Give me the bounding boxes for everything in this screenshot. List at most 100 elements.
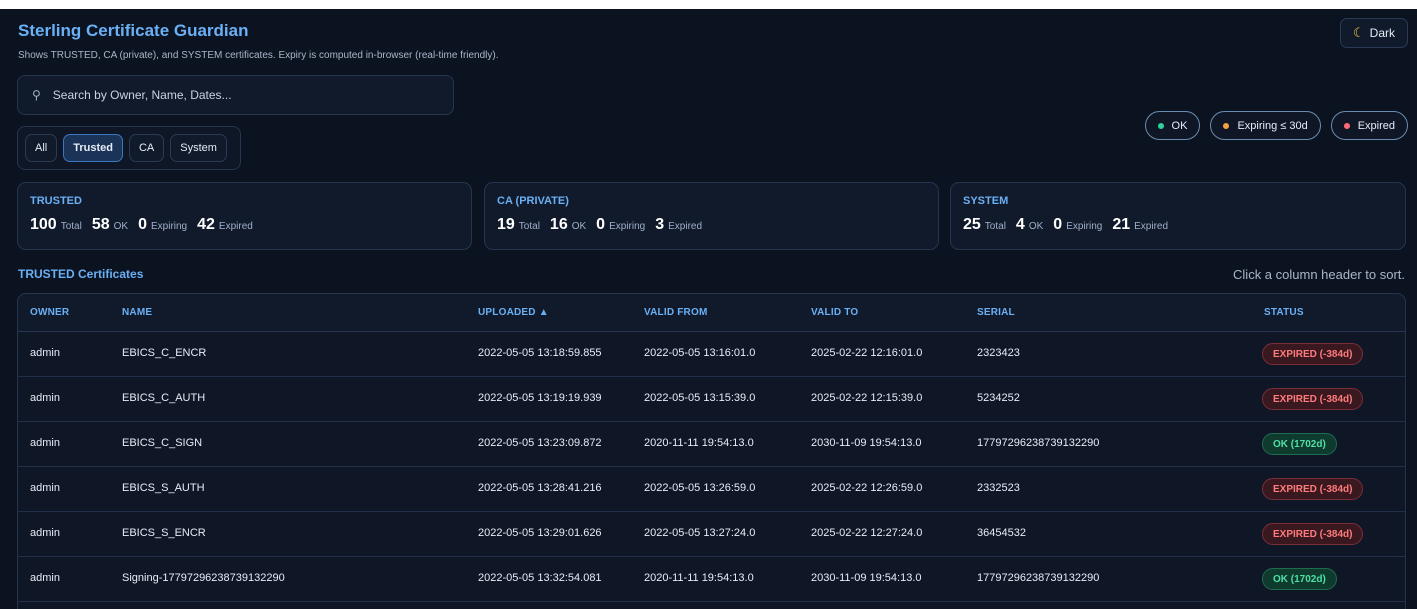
stat-expiring: 0 [138,216,147,233]
stat-total-label: Total [518,221,540,232]
stat-ok-label: OK [1028,221,1044,232]
filter-ca-button[interactable]: CA [128,134,165,162]
cell-owner: admin [30,482,60,494]
legend-expiring-label: Expiring ≤ 30d [1237,119,1308,132]
summary-card-ca: CA (PRIVATE) 19 Total 16 OK 0 Expiring 3 Exp… [484,182,939,250]
column-header-valid-from[interactable]: VALID FROM [644,307,707,318]
table-row[interactable]: admin EBICS_C_SIGN 2022-05-05 13:23:09.8… [18,422,1405,467]
cell-name: EBICS_S_AUTH [122,482,205,494]
summary-card-trusted: TRUSTED 100 Total 58 OK 0 Expiring 42 Expire… [17,182,472,250]
cell-uploaded: 2022-05-05 13:23:09.872 [478,437,602,449]
app-title: Sterling Certificate Guardian [18,21,249,40]
app-root: Sterling Certificate Guardian Shows TRUS… [0,9,1417,609]
cell-uploaded: 2022-05-05 13:18:59.855 [478,347,602,359]
stat-ok: 58 [91,216,110,233]
filter-all-button[interactable]: All [25,134,58,162]
stat-expired: 3 [655,216,665,233]
cell-name: EBICS_C_ENCR [122,347,207,359]
stat-ok: 16 [549,216,568,233]
stat-total-label: Total [60,221,82,232]
column-header-serial[interactable]: SERIAL [977,307,1015,318]
cell-name: EBICS_C_SIGN [122,437,203,449]
status-badge: EXPIRED (-384d) [1262,523,1364,545]
expired-dot-icon [1343,122,1350,129]
column-header-status[interactable]: STATUS [1264,307,1304,318]
search-box: ⚲ [17,75,454,115]
column-header-name[interactable]: NAME [122,307,152,318]
search-icon: ⚲ [32,88,41,102]
certificates-table: OWNER NAME UPLOADED ▲ VALID FROM VALID T… [17,293,1406,609]
top-border [0,0,1417,9]
cell-owner: admin [30,527,60,539]
cell-valid-from: 2022-05-05 13:27:24.0 [644,527,756,539]
column-header-valid-to[interactable]: VALID TO [811,307,858,318]
moon-icon: ☾ [1353,25,1365,40]
legend-ok-label: OK [1171,119,1188,132]
card-title: CA (PRIVATE) [497,195,569,207]
cell-serial: 17797296238739132290 [977,572,1100,584]
status-badge: OK (1702d) [1262,433,1337,455]
status-badge: EXPIRED (-384d) [1262,478,1364,500]
cell-valid-from: 2020-11-11 19:54:13.0 [644,572,754,584]
table-row[interactable]: admin Signing-17797296238739132290 2022-… [18,557,1405,602]
card-title: SYSTEM [963,195,1009,207]
legend-expired[interactable]: Expired [1330,111,1408,140]
sort-hint: Click a column header to sort. [1233,267,1405,282]
cell-uploaded: 2022-05-05 13:29:01.626 [478,527,602,539]
summary-card-system: SYSTEM 25 Total 4 OK 0 Expiring 21 Expired [950,182,1406,250]
cell-serial: 36454532 [977,527,1026,539]
card-title: TRUSTED [30,195,82,207]
stat-expiring-label: Expiring [150,221,188,232]
table-row[interactable]: admin EBICS_S_ENCR 2022-05-05 13:29:01.6… [18,512,1405,557]
theme-toggle-label: Dark [1369,26,1395,40]
cell-name: EBICS_C_AUTH [122,392,206,404]
expiring-dot-icon [1223,122,1230,129]
column-header-uploaded[interactable]: UPLOADED ▲ [478,307,549,318]
stat-expiring: 0 [596,216,606,233]
theme-toggle-button[interactable]: ☾ Dark [1340,18,1408,48]
app-subtitle: Shows TRUSTED, CA (private), and SYSTEM … [18,50,499,61]
table-row[interactable]: admin EBICS_C_AUTH 2022-05-05 13:19:19.9… [18,377,1405,422]
stat-expiring-label: Expiring [609,221,646,232]
cell-uploaded: 2022-05-05 13:28:41.216 [478,482,602,494]
ok-dot-icon [1157,122,1164,129]
stat-total: 25 [963,216,981,233]
stat-expired-label: Expired [1134,221,1169,232]
cell-uploaded: 2022-05-05 13:32:54.081 [478,572,602,584]
cell-valid-to: 2025-02-22 12:27:24.0 [811,527,923,539]
stat-total-label: Total [984,221,1006,232]
section-title: TRUSTED Certificates [18,267,144,281]
table-row[interactable]: admin EBICS_C_ENCR 2022-05-05 13:18:59.8… [18,332,1405,377]
stat-expiring-label: Expiring [1066,221,1103,232]
cell-name: Signing-17797296238739132290 [122,572,285,584]
cell-serial: 2332523 [977,482,1020,494]
stat-total: 19 [497,216,515,233]
stat-expired: 42 [197,216,215,233]
status-legend: OK Expiring ≤ 30d Expired [1144,111,1408,140]
cell-owner: admin [30,392,60,404]
stat-ok-label: OK [571,221,587,232]
filter-system-button[interactable]: System [170,134,227,162]
cell-valid-to: 2030-11-09 19:54:13.0 [811,572,922,584]
card-stats: 19 Total 16 OK 0 Expiring 3 Expired [497,216,926,234]
filter-trusted-button[interactable]: Trusted [63,134,123,162]
cell-serial: 5234252 [977,392,1020,404]
legend-expired-label: Expired [1357,119,1395,132]
legend-ok[interactable]: OK [1144,111,1201,140]
status-badge: OK (1702d) [1262,568,1337,590]
search-input[interactable] [52,88,433,102]
stat-total: 100 [30,216,57,233]
cell-valid-to: 2025-02-22 12:26:59.0 [811,482,923,494]
card-stats: 25 Total 4 OK 0 Expiring 21 Expired [963,216,1393,234]
table-header-row: OWNER NAME UPLOADED ▲ VALID FROM VALID T… [18,294,1405,332]
legend-expiring[interactable]: Expiring ≤ 30d [1210,111,1321,140]
cell-valid-from: 2022-05-05 13:26:59.0 [644,482,756,494]
cell-serial: 2323423 [977,347,1020,359]
table-row[interactable]: admin EBICS_S_AUTH 2022-05-05 13:28:41.2… [18,467,1405,512]
cell-valid-to: 2025-02-22 12:15:39.0 [811,392,923,404]
cell-owner: admin [30,347,60,359]
cell-uploaded: 2022-05-05 13:19:19.939 [478,392,602,404]
cell-valid-from: 2022-05-05 13:16:01.0 [644,347,756,359]
column-header-owner[interactable]: OWNER [30,307,69,318]
status-badge: EXPIRED (-384d) [1262,388,1364,410]
